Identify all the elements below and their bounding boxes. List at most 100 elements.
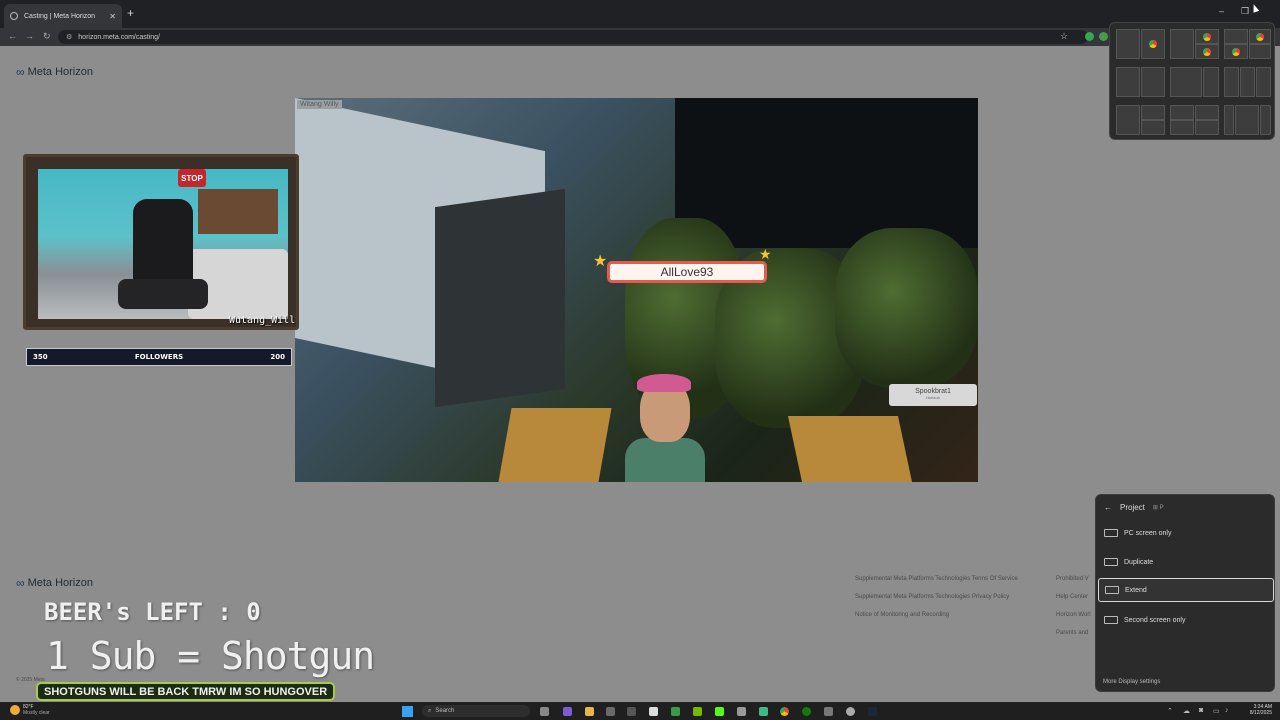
windows-taskbar: 82°F Mostly clear ⌕ Search ⌃ ☁ ◙ ▭ ♪ 3:3… (0, 702, 1280, 720)
snap-cell-chrome[interactable] (1195, 29, 1219, 44)
snap-cell-chrome[interactable] (1195, 44, 1219, 59)
meta-horizon-logo-top[interactable]: ∞ Meta Horizon (16, 65, 93, 79)
nvidia-icon[interactable] (693, 707, 702, 716)
chrome-icon[interactable] (780, 707, 789, 716)
option-label: Second screen only (1124, 616, 1186, 624)
snap-cell[interactable] (1170, 105, 1194, 120)
meta-infinity-icon: ∞ (16, 576, 25, 590)
snap-cell[interactable] (1116, 105, 1140, 135)
app-icon-4[interactable] (824, 707, 833, 716)
cast-watermark: Witang Willy (297, 100, 342, 109)
option-pc-screen-only[interactable]: PC screen only (1098, 521, 1274, 545)
snap-cell[interactable] (1224, 105, 1234, 135)
tray-network-icon[interactable]: ▭ (1213, 707, 1220, 715)
task-view-icon[interactable] (540, 707, 549, 716)
kick-app-icon[interactable] (715, 707, 724, 716)
footer-link-parents[interactable]: Parents and (1056, 630, 1088, 636)
avatar-nameplate: AllLove93 (607, 261, 767, 283)
snap-cell-chrome[interactable] (1249, 29, 1271, 44)
snap-cell[interactable] (1203, 67, 1219, 97)
browser-tab[interactable]: Casting | Meta Horizon ✕ (4, 4, 122, 28)
tray-cloud-icon[interactable]: ☁ (1183, 707, 1190, 715)
system-clock[interactable]: 3:34 AM 8/12/2025 (1236, 704, 1272, 716)
snap-cell-chrome[interactable] (1224, 44, 1248, 59)
remote-avatar-nametag: Spookbrat1 Horizon (889, 384, 977, 406)
forward-arrow-icon[interactable]: → (25, 31, 34, 41)
cast-video-view: Witang Willy ★ ★ AllLove93 Spookbrat1 Ho… (295, 98, 978, 482)
footer-link-prohibited[interactable]: Prohibited V (1056, 576, 1089, 582)
steam-icon[interactable] (868, 707, 877, 716)
bookmark-star-icon[interactable]: ☆ (1060, 31, 1068, 42)
snap-cell[interactable] (1260, 105, 1271, 135)
footer-link-terms[interactable]: Supplemental Meta Platforms Technologies… (855, 576, 1018, 582)
meta-app-icon[interactable] (846, 707, 855, 716)
gaming-chair-seat (118, 279, 208, 309)
meta-favicon-icon (10, 12, 18, 20)
notepad-icon[interactable] (649, 707, 658, 716)
snap-cell[interactable] (1224, 29, 1248, 44)
footer-link-help[interactable]: Help Center (1056, 594, 1088, 600)
kick-viewer-count: K 8 (236, 329, 254, 330)
tray-app-icon[interactable]: ◙ (1199, 707, 1203, 714)
footer-link-worlds[interactable]: Horizon Worl (1056, 612, 1091, 618)
snap-cell[interactable] (1141, 67, 1165, 97)
follower-goal-bar: 350 FOLLOWERS 200 (26, 348, 292, 366)
reload-icon[interactable]: ↻ (43, 31, 51, 42)
tray-chevron-icon[interactable]: ⌃ (1167, 707, 1173, 715)
snap-cell[interactable] (1224, 67, 1239, 97)
snap-cell[interactable] (1170, 29, 1194, 59)
app-icon-2[interactable] (671, 707, 680, 716)
webcam-shelf (198, 189, 278, 234)
back-arrow-icon[interactable]: ← (1104, 503, 1112, 512)
footer-link-monitoring[interactable]: Notice of Monitoring and Recording (855, 612, 949, 618)
weather-widget[interactable]: 82°F Mostly clear (10, 704, 50, 716)
snap-cell[interactable] (1170, 67, 1202, 97)
meta-horizon-logo-bottom[interactable]: ∞ Meta Horizon (16, 576, 93, 590)
snap-cell[interactable] (1235, 105, 1259, 135)
snap-cell[interactable] (1256, 67, 1271, 97)
extension-icon-2[interactable] (1099, 32, 1108, 41)
settings-gear-icon[interactable] (606, 707, 615, 716)
option-second-screen-only[interactable]: Second screen only (1098, 608, 1274, 632)
snap-cell[interactable] (1170, 120, 1194, 135)
taskbar-search[interactable]: ⌕ Search (422, 705, 530, 717)
browser-tab-strip: Casting | Meta Horizon ✕ + – ❐ (0, 0, 1280, 28)
tab-close-icon[interactable]: ✕ (109, 12, 116, 21)
snap-cell-chrome[interactable] (1141, 29, 1165, 59)
snap-cell[interactable] (1141, 120, 1165, 135)
virtual-monitor-frame (435, 188, 565, 408)
tray-volume-icon[interactable]: ♪ (1225, 707, 1229, 714)
snap-cell[interactable] (1240, 67, 1255, 97)
snap-cell[interactable] (1141, 105, 1165, 120)
option-duplicate[interactable]: Duplicate (1098, 550, 1274, 574)
followers-goal: 200 (270, 353, 285, 361)
url-bar[interactable]: ⚙ horizon.meta.com/casting/ (58, 30, 1088, 44)
new-tab-button[interactable]: + (127, 7, 134, 19)
chrome-icon (1149, 40, 1157, 48)
brand-text: Meta Horizon (27, 577, 93, 589)
app-icon[interactable] (627, 707, 636, 716)
restore-button[interactable]: ❐ (1241, 6, 1249, 17)
file-explorer-icon[interactable] (585, 707, 594, 716)
capcut-icon[interactable] (737, 707, 746, 716)
chat-app-icon[interactable] (563, 707, 572, 716)
snap-cell[interactable] (1116, 67, 1140, 97)
footer-link-privacy[interactable]: Supplemental Meta Platforms Technologies… (855, 594, 1009, 600)
back-arrow-icon[interactable]: ← (8, 31, 17, 41)
snap-cell[interactable] (1116, 29, 1140, 59)
chrome-icon (1203, 47, 1211, 56)
app-icon-3[interactable] (759, 707, 768, 716)
search-placeholder: Search (435, 708, 455, 714)
windows-start-icon[interactable] (402, 706, 413, 717)
chrome-icon (1256, 32, 1264, 41)
option-extend[interactable]: Extend (1098, 578, 1274, 602)
snap-cell[interactable] (1195, 105, 1219, 120)
minimize-button[interactable]: – (1219, 6, 1224, 16)
snap-cell[interactable] (1195, 120, 1219, 135)
extension-icon[interactable] (1085, 32, 1094, 41)
more-display-settings-link[interactable]: More Display settings (1103, 679, 1160, 685)
snap-cell[interactable] (1249, 44, 1271, 59)
site-info-icon[interactable]: ⚙ (66, 33, 72, 41)
xbox-icon[interactable] (802, 707, 811, 716)
tab-title: Casting | Meta Horizon (24, 12, 96, 20)
